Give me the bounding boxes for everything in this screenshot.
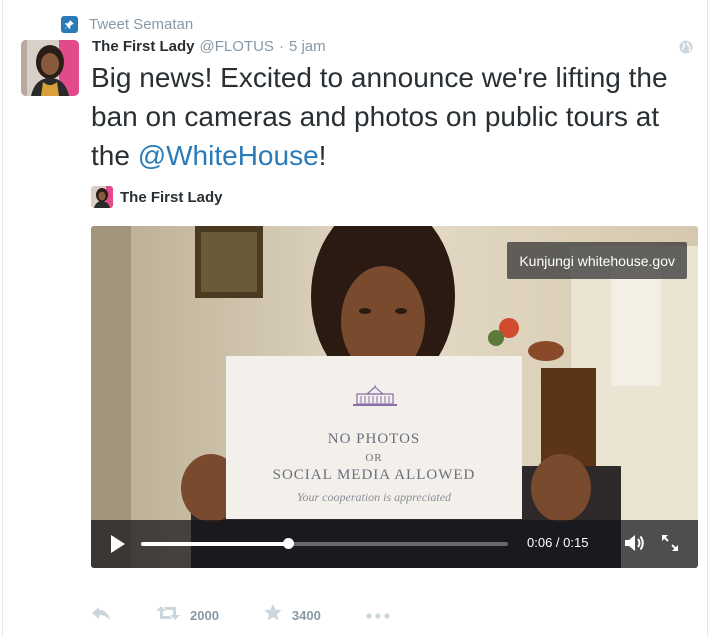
tweet-container: Tweet Sematan The First Lady @FLOTUS · 5…: [2, 0, 708, 636]
volume-icon[interactable]: [624, 533, 646, 553]
globe-icon: [679, 40, 693, 54]
pin-icon: [61, 15, 78, 33]
tweet-timestamp[interactable]: 5 jam: [289, 38, 326, 55]
sign-line-cooperation: Your cooperation is appreciated: [296, 490, 452, 504]
play-icon[interactable]: [109, 534, 127, 554]
sign-line-social-media: SOCIAL MEDIA ALLOWED: [272, 467, 476, 483]
favorite-count: 3400: [291, 607, 321, 623]
tweet-actions: 2000 3400: [91, 604, 435, 626]
retweet-button[interactable]: 2000: [156, 605, 219, 626]
tweet-text-end: !: [318, 140, 327, 171]
author-handle[interactable]: @FLOTUS: [200, 38, 274, 55]
reply-button[interactable]: [91, 605, 111, 626]
progress-bar[interactable]: [141, 538, 508, 549]
avatar[interactable]: [21, 40, 79, 96]
progress-fill: [141, 542, 288, 546]
pinned-label: Tweet Sematan: [89, 15, 194, 33]
sign-line-no-photos: NO PHOTOS: [327, 431, 421, 447]
reply-icon: [91, 605, 111, 626]
video-controls: 0:06 / 0:15: [91, 520, 698, 568]
favorite-icon: [264, 604, 282, 626]
retweet-icon: [156, 605, 180, 626]
sign-line-or: OR: [365, 452, 383, 464]
pinned-indicator: Tweet Sematan: [61, 14, 193, 34]
retweet-count: 2000: [190, 607, 219, 623]
progress-knob[interactable]: [282, 538, 294, 549]
header-separator: ·: [278, 38, 284, 55]
fullscreen-icon[interactable]: [660, 533, 680, 553]
more-icon: [366, 606, 390, 624]
card-author-name: The First Lady: [120, 188, 223, 206]
card-author[interactable]: The First Lady: [91, 186, 223, 208]
time-readout: 0:06 / 0:15: [527, 535, 589, 550]
tweet-header: The First Lady @FLOTUS · 5 jam: [92, 38, 326, 55]
mention-link[interactable]: @WhiteHouse: [138, 140, 319, 171]
visit-website-button[interactable]: Kunjungi whitehouse.gov: [507, 242, 687, 279]
video-player[interactable]: Kunjungi whitehouse.gov NO PHOTOS OR SOC…: [91, 226, 698, 568]
author-name[interactable]: The First Lady: [92, 38, 195, 55]
tweet-text: Big news! Excited to announce we're lift…: [91, 58, 691, 175]
white-house-logo: [353, 385, 397, 406]
favorite-button[interactable]: 3400: [264, 604, 321, 626]
more-button[interactable]: [366, 606, 390, 624]
card-author-avatar: [91, 186, 113, 208]
sign-card: NO PHOTOS OR SOCIAL MEDIA ALLOWED Your c…: [226, 356, 522, 519]
